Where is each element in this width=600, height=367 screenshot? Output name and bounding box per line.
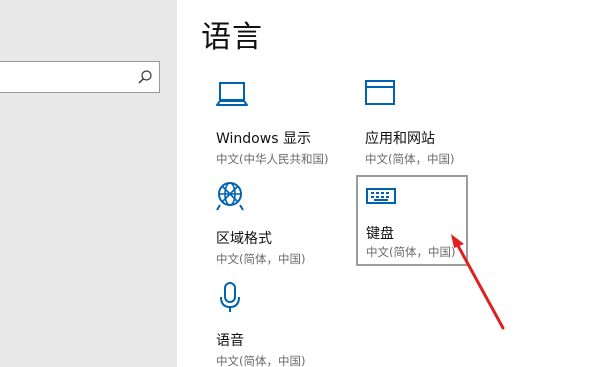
sidebar — [0, 0, 177, 367]
search-input[interactable] — [0, 61, 160, 93]
tile-subtitle: 中文(简体，中国) — [365, 152, 455, 166]
tile-title: 区域格式 — [216, 231, 272, 247]
tile-speech[interactable]: 语音 中文(简体，中国) — [216, 282, 328, 367]
tile-title: 键盘 — [366, 226, 394, 242]
settings-window: 语言 Windows 显示 中文(中华人民共和国) 应用和网站 中文(简体，中国… — [0, 0, 600, 367]
globe-keyboard-icon — [216, 182, 244, 211]
tile-subtitle: 中文(简体，中国) — [216, 252, 306, 266]
tile-regional-format[interactable]: 区域格式 中文(简体，中国) — [216, 180, 328, 270]
laptop-icon — [216, 82, 248, 106]
main-content: 语言 Windows 显示 中文(中华人民共和国) 应用和网站 中文(简体，中国… — [177, 0, 600, 367]
keyboard-icon — [366, 188, 396, 204]
tile-subtitle: 中文(简体，中国) — [216, 354, 306, 367]
window-icon — [365, 80, 395, 105]
tile-subtitle: 中文(中华人民共和国) — [216, 152, 329, 166]
page-title: 语言 — [201, 20, 263, 55]
tile-windows-display[interactable]: Windows 显示 中文(中华人民共和国) — [216, 80, 328, 170]
search-icon[interactable] — [137, 69, 153, 85]
tile-subtitle: 中文(简体，中国) — [366, 245, 456, 259]
tile-keyboard[interactable]: 键盘 中文(简体，中国) — [356, 175, 468, 266]
tile-title: 语音 — [216, 333, 244, 349]
tile-title: 应用和网站 — [365, 131, 435, 147]
tile-apps-websites[interactable]: 应用和网站 中文(简体，中国) — [365, 80, 477, 170]
tile-title: Windows 显示 — [216, 131, 311, 147]
microphone-icon — [220, 282, 240, 312]
